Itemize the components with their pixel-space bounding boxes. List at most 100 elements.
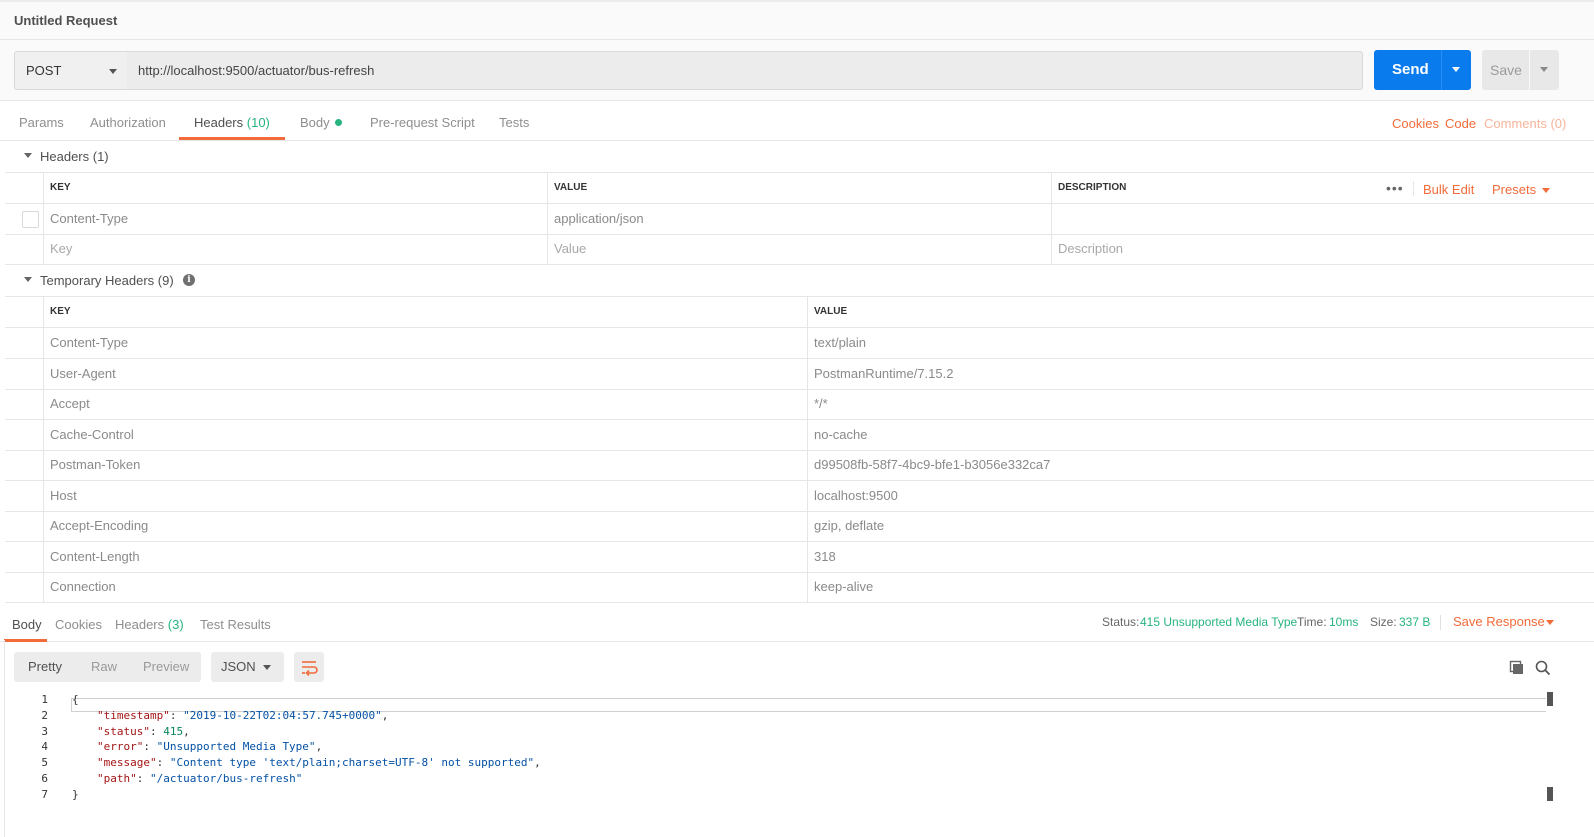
header-description-input[interactable] (1051, 204, 1594, 234)
resp-tab-body[interactable]: Body (12, 617, 42, 632)
pretty-button[interactable]: Pretty (28, 659, 62, 674)
temp-header-row: Postman-Token d99508fb-58f7-4bc9-bfe1-b30… (5, 450, 1594, 481)
headers-table: KEY VALUE DESCRIPTION ••• Bulk Edit Pres… (5, 172, 1594, 265)
separator-token: : (156, 756, 170, 770)
header-value-input[interactable]: application/json (547, 204, 1051, 234)
headers-section-toggle[interactable]: Headers (1) (0, 141, 1594, 173)
header-actions-divider (1413, 181, 1414, 196)
send-options-chevron-icon[interactable] (1452, 67, 1460, 72)
code-line: "message": "Content type 'text/plain;cha… (97, 756, 541, 769)
temp-header-value: no-cache (807, 419, 1594, 450)
size-value[interactable]: 337 B (1399, 615, 1430, 629)
line-number: 2 (41, 708, 48, 722)
raw-button[interactable]: Raw (91, 659, 117, 674)
temp-header-value: */* (807, 389, 1594, 419)
code-link[interactable]: Code (1445, 116, 1476, 131)
cookies-link[interactable]: Cookies (1392, 116, 1439, 131)
tab-body-label: Body (300, 115, 330, 130)
resp-tab-cookies[interactable]: Cookies (55, 617, 102, 632)
tab-params[interactable]: Params (19, 115, 64, 130)
headers-table-header: KEY VALUE DESCRIPTION ••• Bulk Edit Pres… (5, 173, 1594, 204)
presets-dropdown[interactable]: Presets (1492, 182, 1536, 197)
temp-header-value: localhost:9500 (807, 480, 1594, 511)
response-bar: Body Cookies Headers (3) Test Results St… (0, 604, 1594, 642)
info-icon[interactable]: i (183, 274, 195, 286)
resp-tab-test-results[interactable]: Test Results (200, 617, 271, 632)
send-button[interactable]: Send (1374, 50, 1471, 90)
json-key-token: "path" (97, 772, 137, 785)
preview-button[interactable]: Preview (143, 659, 189, 674)
resp-tab-headers-count: (3) (167, 617, 184, 632)
time-value[interactable]: 10ms (1329, 615, 1358, 629)
save-options-chevron-icon[interactable] (1540, 67, 1548, 72)
temp-header-key: Content-Type (43, 328, 808, 358)
json-key-token: "error" (97, 740, 144, 754)
json-key-token: "status" (97, 724, 150, 738)
temp-header-value: d99508fb-58f7-4bc9-bfe1-b3056e332ca7 (807, 450, 1594, 480)
active-tab-indicator (179, 137, 285, 140)
save-button[interactable]: Save (1482, 50, 1559, 90)
json-value-token: "/actuator/bus-refresh" (150, 772, 303, 785)
brace-token: } (72, 787, 79, 801)
separator-token: : (169, 708, 184, 722)
new-key-input[interactable]: Key (43, 234, 548, 264)
line-number: 1 (41, 693, 48, 706)
search-icon[interactable] (1535, 660, 1551, 676)
time-label: Time: (1297, 615, 1327, 629)
copy-icon[interactable] (1509, 660, 1525, 676)
temp-header-key: Accept-Encoding (43, 511, 808, 541)
code-line: { (72, 693, 79, 706)
response-body-editor[interactable]: 1 {2 "timestamp": "2019-10-22T02:04:57.745… (0, 690, 1594, 837)
chevron-down-icon (263, 665, 271, 670)
tab-headers[interactable]: Headers (10) (194, 115, 270, 130)
view-mode-toggle: Pretty Raw Preview (14, 652, 201, 682)
new-description-input[interactable]: Description (1051, 234, 1594, 264)
temp-col-value: VALUE (807, 297, 1594, 327)
tab-prerequest-script[interactable]: Pre-request Script (370, 115, 475, 130)
temporary-headers-table: KEY VALUE Content-Type text/plain User-Age… (5, 296, 1594, 603)
url-bar: POST http://localhost:9500/actuator/bus-… (0, 40, 1594, 101)
temp-header-value: text/plain (807, 328, 1594, 358)
save-label: Save (1490, 62, 1522, 78)
wrap-lines-icon (302, 661, 318, 677)
separator-token: : (143, 740, 157, 754)
request-title[interactable]: Untitled Request (14, 13, 117, 28)
save-response-dropdown[interactable]: Save Response (1453, 614, 1554, 629)
temp-header-value: gzip, deflate (807, 511, 1594, 541)
more-options-icon[interactable]: ••• (1386, 180, 1404, 196)
new-value-input[interactable]: Value (547, 234, 1051, 264)
code-line: "status": 415, (97, 725, 190, 738)
tab-headers-count: (10) (246, 115, 270, 130)
presets-label: Presets (1492, 182, 1537, 197)
tab-body[interactable]: Body (300, 115, 342, 130)
temp-header-key: User-Agent (43, 358, 808, 389)
temp-header-value: 318 (807, 541, 1594, 572)
comma-token: , (183, 724, 190, 738)
col-key: KEY (43, 173, 548, 203)
comma-token: , (381, 708, 389, 722)
send-divider (1441, 50, 1442, 90)
header-key-input[interactable]: Content-Type (43, 204, 548, 234)
tab-authorization[interactable]: Authorization (90, 115, 166, 130)
header-enabled-checkbox[interactable] (22, 211, 39, 228)
temp-col-key: KEY (43, 297, 808, 327)
status-divider (1440, 615, 1441, 630)
wrap-lines-button[interactable] (294, 652, 324, 682)
bulk-edit-link[interactable]: Bulk Edit (1423, 182, 1474, 197)
comma-token: , (315, 740, 323, 754)
resp-tab-headers[interactable]: Headers (3) (115, 617, 184, 632)
status-value[interactable]: 415 Unsupported Media Type (1140, 615, 1297, 629)
method-select[interactable]: POST (14, 51, 128, 90)
body-indicator-dot-icon (334, 119, 342, 126)
line-number: 7 (41, 787, 48, 801)
tab-headers-label: Headers (194, 115, 244, 130)
temporary-headers-title: Temporary Headers (9) (40, 273, 174, 288)
comments-link[interactable]: Comments (0) (1484, 116, 1566, 131)
size-label: Size: (1370, 615, 1397, 629)
url-input[interactable]: http://localhost:9500/actuator/bus-refre… (127, 51, 1363, 90)
tab-tests[interactable]: Tests (499, 115, 529, 130)
temp-header-key: Content-Length (43, 541, 808, 572)
language-label: JSON (221, 659, 256, 674)
temporary-headers-toggle[interactable]: Temporary Headers (9) i (0, 265, 1594, 297)
language-select[interactable]: JSON (211, 652, 284, 682)
